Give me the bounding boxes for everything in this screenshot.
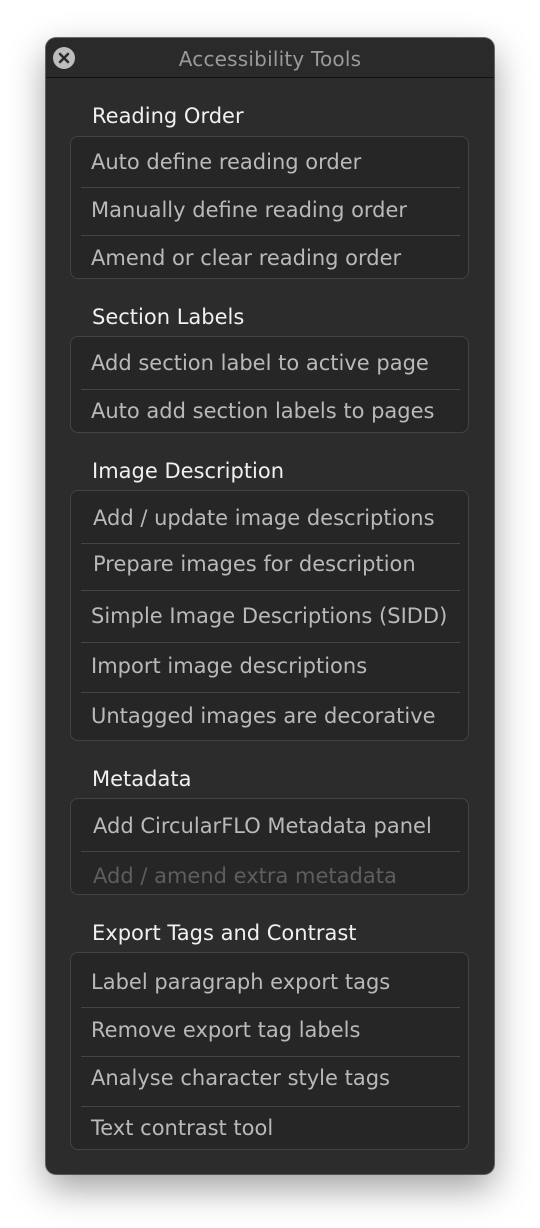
import-image-descriptions-button[interactable]: Import image descriptions	[91, 654, 367, 678]
text-contrast-tool-button[interactable]: Text contrast tool	[91, 1116, 273, 1140]
separator	[81, 642, 460, 643]
window-title: Accessibility Tools	[178, 47, 362, 71]
section-labels-group: Add section label to active page Auto ad…	[70, 336, 469, 433]
separator	[81, 692, 460, 693]
amend-clear-reading-order-button[interactable]: Amend or clear reading order	[91, 246, 401, 270]
separator	[81, 543, 460, 544]
prepare-images-for-description-button[interactable]: Prepare images for description	[93, 552, 416, 576]
label-paragraph-export-tags-button[interactable]: Label paragraph export tags	[91, 970, 390, 994]
section-title-export-tags-contrast: Export Tags and Contrast	[92, 921, 357, 945]
add-section-label-active-page-button[interactable]: Add section label to active page	[91, 351, 429, 375]
separator	[81, 1007, 460, 1008]
analyse-character-style-tags-button[interactable]: Analyse character style tags	[91, 1066, 390, 1090]
section-title-section-labels: Section Labels	[92, 305, 245, 329]
separator	[81, 1106, 460, 1107]
accessibility-tools-panel: Accessibility Tools Reading Order Auto d…	[46, 38, 494, 1174]
separator	[81, 235, 460, 236]
auto-define-reading-order-button[interactable]: Auto define reading order	[91, 150, 361, 174]
auto-add-section-labels-button[interactable]: Auto add section labels to pages	[91, 399, 435, 423]
simple-image-descriptions-sidd-button[interactable]: Simple Image Descriptions (SIDD)	[91, 604, 447, 628]
reading-order-group: Auto define reading order Manually defin…	[70, 136, 469, 279]
add-update-image-descriptions-button[interactable]: Add / update image descriptions	[93, 506, 435, 530]
add-circularflo-metadata-panel-button[interactable]: Add CircularFLO Metadata panel	[93, 814, 432, 838]
add-amend-extra-metadata-button: Add / amend extra metadata	[93, 864, 397, 888]
section-title-reading-order: Reading Order	[92, 104, 244, 128]
separator	[81, 389, 460, 390]
remove-export-tag-labels-button[interactable]: Remove export tag labels	[91, 1018, 360, 1042]
metadata-group: Add CircularFLO Metadata panel Add / ame…	[70, 798, 469, 895]
untagged-images-decorative-button[interactable]: Untagged images are decorative	[91, 704, 436, 728]
section-title-image-description: Image Description	[92, 459, 285, 483]
separator	[81, 590, 460, 591]
manually-define-reading-order-button[interactable]: Manually define reading order	[91, 198, 407, 222]
export-tags-contrast-group: Label paragraph export tags Remove expor…	[70, 952, 469, 1150]
image-description-group: Add / update image descriptions Prepare …	[70, 490, 469, 741]
separator	[81, 1056, 460, 1057]
separator	[81, 187, 460, 188]
separator	[81, 851, 460, 852]
section-title-metadata: Metadata	[92, 767, 192, 791]
title-bar[interactable]: Accessibility Tools	[46, 38, 494, 78]
